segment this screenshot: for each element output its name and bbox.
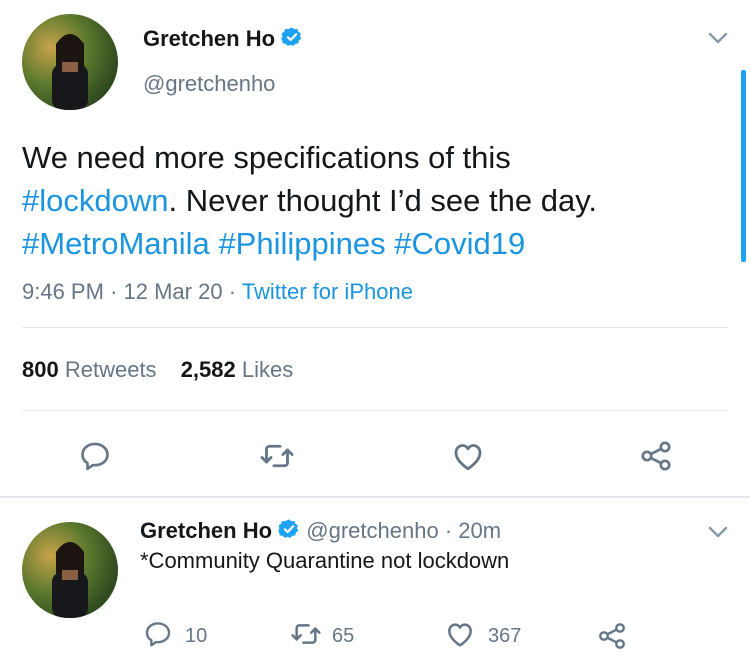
reply-handle[interactable]: @gretchenho [306, 518, 438, 543]
divider [22, 327, 728, 328]
like-icon[interactable] [444, 618, 476, 655]
main-tweet-text: We need more specifications of this #loc… [22, 136, 722, 265]
hashtag-lockdown[interactable]: #lockdown [22, 183, 168, 218]
hashtag-metromanila[interactable]: #MetroManila [22, 226, 210, 261]
retweets-label: Retweets [64, 357, 157, 382]
reply-reply-action[interactable]: 10 [143, 620, 207, 652]
text-segment: We need more specifications of this [22, 140, 511, 175]
retweet-icon[interactable] [290, 618, 322, 655]
divider [22, 410, 728, 411]
share-icon[interactable] [596, 620, 628, 652]
retweets-stat[interactable]: 800 Retweets [22, 357, 157, 382]
verified-badge-icon [278, 518, 300, 546]
chevron-down-icon[interactable] [706, 520, 730, 549]
retweet-icon[interactable] [257, 436, 297, 476]
text-segment: . Never thought I’d see the day. [168, 183, 598, 218]
hashtag-covid19[interactable]: #Covid19 [394, 226, 525, 261]
share-icon[interactable] [636, 436, 676, 476]
main-author-name[interactable]: Gretchen Ho [143, 26, 275, 51]
reply-text: *Community Quarantine not lockdown [140, 548, 510, 573]
like-count: 367 [488, 624, 522, 647]
meta-separator: · [228, 279, 237, 304]
reply-icon[interactable] [75, 436, 115, 476]
reply-icon[interactable] [143, 619, 173, 654]
reply-author-name[interactable]: Gretchen Ho [140, 518, 272, 543]
scrollbar-thumb[interactable] [741, 70, 746, 262]
tweet-line-1: We need more specifications of this [22, 136, 722, 179]
tweet-meta: 9:46 PM · 12 Mar 20 · Twitter for iPhone [22, 279, 413, 305]
meta-separator: · [110, 279, 118, 304]
reply-avatar[interactable] [22, 522, 118, 618]
main-avatar[interactable] [22, 14, 118, 110]
likes-label: Likes [241, 357, 294, 382]
like-icon[interactable] [448, 436, 488, 476]
main-handle[interactable]: @gretchenho [143, 71, 275, 97]
chevron-down-icon[interactable] [706, 26, 730, 55]
tweet-date: 12 Mar 20 [123, 279, 223, 304]
main-author-row: Gretchen Ho [143, 26, 303, 54]
likes-count: 2,582 [180, 357, 236, 382]
tweet-line-2: #lockdown. Never thought I’d see the day… [22, 179, 722, 222]
reply-like-action[interactable]: 367 [444, 620, 521, 652]
tweet-line-3: #MetroManila #Philippines #Covid19 [22, 222, 722, 265]
tweet-source[interactable]: Twitter for iPhone [242, 279, 413, 304]
engagement-stats: 800 Retweets 2,582 Likes [22, 357, 293, 383]
retweet-count: 65 [332, 624, 355, 647]
reply-retweet-action[interactable]: 65 [290, 620, 354, 652]
hashtag-philippines[interactable]: #Philippines [218, 226, 385, 261]
verified-badge-icon [281, 26, 303, 54]
reply-count: 10 [185, 624, 208, 647]
meta-separator: · [444, 518, 453, 543]
section-divider [0, 496, 750, 498]
tweet-time: 9:46 PM [22, 279, 104, 304]
retweets-count: 800 [22, 357, 59, 382]
reply-header: Gretchen Ho @gretchenho · 20m [140, 518, 501, 546]
reply-age: 20m [458, 518, 502, 543]
likes-stat[interactable]: 2,582 Likes [181, 357, 294, 382]
